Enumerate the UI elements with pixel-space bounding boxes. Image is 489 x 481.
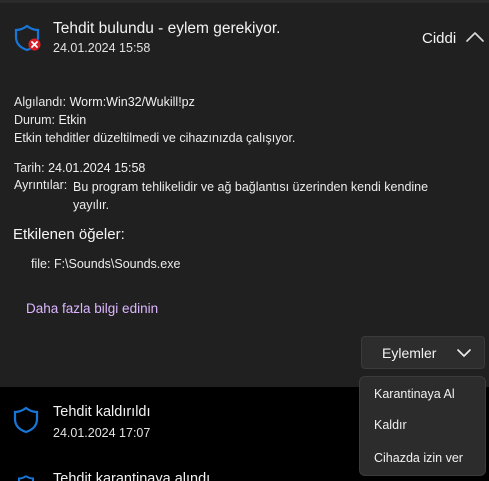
status-label: Durum:	[14, 113, 55, 127]
card-top-edge	[0, 0, 489, 3]
actions-menu: Karantinaya Al Kaldır Cihazda izin ver	[359, 376, 486, 476]
allow-on-device-menu-item[interactable]: Cihazda izin ver	[374, 451, 463, 465]
remove-menu-item[interactable]: Kaldır	[374, 418, 407, 432]
actions-button-label: Eylemler	[382, 345, 437, 361]
windows-security-threat-history: Tehdit bulundu - eylem gerekiyor. 24.01.…	[0, 0, 489, 481]
threat-detail-card: Tehdit bulundu - eylem gerekiyor. 24.01.…	[0, 0, 489, 387]
threat-timestamp: 24.01.2024 15:58	[53, 41, 151, 55]
details-label: Ayrıntılar:	[14, 178, 68, 192]
quarantine-menu-item[interactable]: Karantinaya Al	[374, 387, 455, 401]
file-label: file:	[31, 257, 51, 271]
date-value: 24.01.2024 15:58	[48, 161, 146, 175]
shield-alert-icon	[14, 24, 41, 52]
history-entry-timestamp: 24.01.2024 17:07	[53, 426, 151, 440]
more-info-link[interactable]: Daha fazla bilgi edinin	[26, 301, 158, 316]
affected-items-title: Etkilenen öğeler:	[13, 226, 125, 243]
shield-icon	[13, 406, 39, 434]
chevron-down-icon	[457, 349, 471, 357]
history-entry-title[interactable]: Tehdit karantinaya alındı	[53, 471, 210, 481]
file-path: F:\Sounds\Sounds.exe	[53, 257, 181, 271]
threat-title: Tehdit bulundu - eylem gerekiyor.	[53, 20, 281, 37]
chevron-up-icon[interactable]	[463, 27, 487, 47]
details-value: Bu program tehlikelidir ve ağ bağlantısı…	[73, 180, 429, 212]
detected-label: Algılandı:	[14, 95, 67, 109]
date-label: Tarih:	[14, 161, 45, 175]
detected-value: Worm:Win32/Wukill!pz	[69, 95, 195, 109]
severity-label: Ciddi	[422, 30, 457, 47]
history-entry-title[interactable]: Tehdit kaldırıldı	[53, 404, 151, 420]
affected-file-row: file: F:\Sounds\Sounds.exe	[31, 257, 180, 271]
date-row: Tarih: 24.01.2024 15:58	[14, 161, 145, 175]
status-value: Etkin	[58, 113, 87, 127]
actions-button[interactable]: Eylemler	[361, 336, 485, 369]
shield-icon	[18, 475, 34, 481]
detected-row: Algılandı: Worm:Win32/Wukill!pz	[14, 95, 195, 109]
status-row: Durum: Etkin	[14, 113, 86, 127]
status-message: Etkin tehditler düzeltilmedi ve cihazını…	[14, 131, 296, 145]
